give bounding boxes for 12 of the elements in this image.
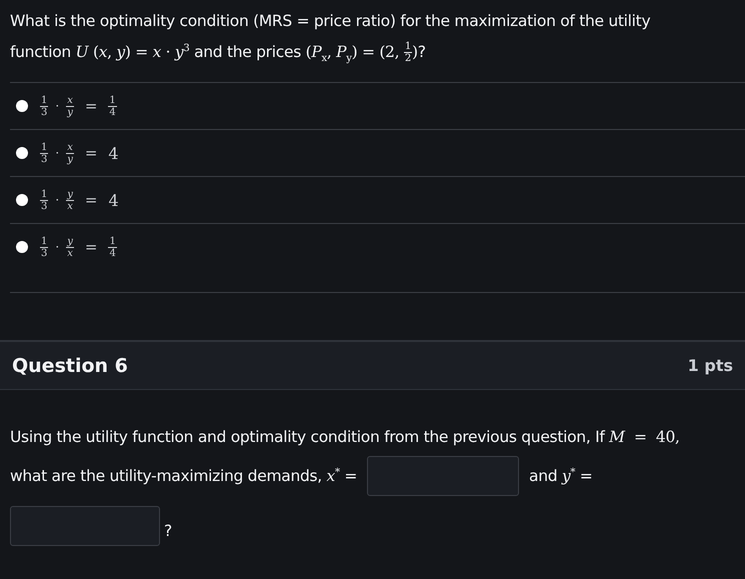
radio-button[interactable]	[16, 194, 28, 206]
radio-button[interactable]	[16, 100, 28, 112]
radio-button[interactable]	[16, 241, 28, 253]
question-text: Using the utility function and optimality condition from the previous question, If M = 40,	[10, 427, 681, 448]
question-text: and y$^{*}$ =	[529, 466, 592, 487]
points-label: 1 pts	[688, 356, 733, 375]
question-text: what are the utility-maximizing demands, x$^{*}$ =	[10, 466, 358, 487]
answer-field[interactable]	[10, 506, 160, 546]
answer-field[interactable]	[367, 456, 520, 496]
radio-button[interactable]	[16, 147, 28, 159]
question-mark: ?	[164, 521, 172, 542]
question-title: Question 6	[12, 354, 128, 376]
